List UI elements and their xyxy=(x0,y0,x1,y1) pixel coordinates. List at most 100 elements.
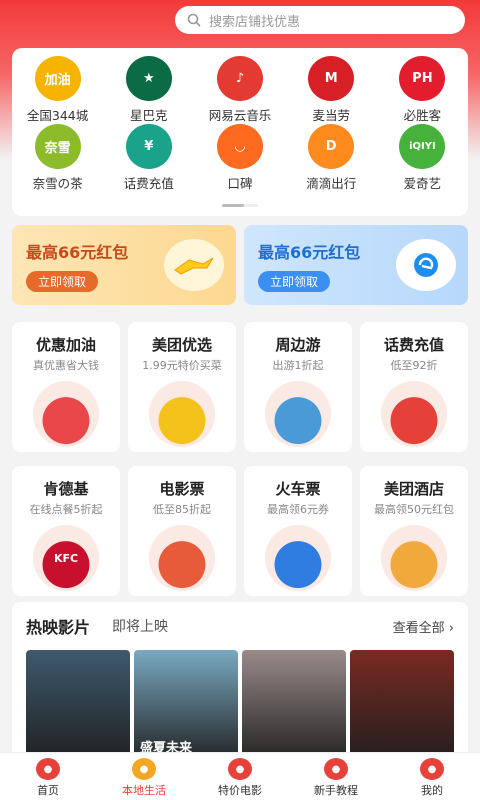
quick-icon-label: 全国344城 xyxy=(26,108,89,123)
movie-poster[interactable] xyxy=(26,650,130,766)
tab-label: 本地生活 xyxy=(122,784,166,797)
service-title: 话费充值 xyxy=(383,336,444,354)
service-subtitle: 1.99元特价买菜 xyxy=(142,359,222,372)
quick-icon-item[interactable]: ¥ 话费充值 xyxy=(103,124,194,192)
home-icon: ● xyxy=(36,758,60,780)
quick-icon-label: 麦当劳 xyxy=(312,108,350,123)
search-icon xyxy=(187,13,201,27)
service-title: 电影票 xyxy=(159,480,205,498)
service-card[interactable]: 周边游出游1折起 xyxy=(244,322,352,452)
eleme-icon xyxy=(396,239,456,291)
service-title: 周边游 xyxy=(275,336,321,354)
grocery-bag-icon xyxy=(149,381,215,447)
fliggy-icon xyxy=(164,239,224,291)
tab-coming-soon[interactable]: 即将上映 xyxy=(112,616,168,636)
service-title: 美团优选 xyxy=(151,336,212,354)
quick-icon-label: 星巴克 xyxy=(130,108,168,123)
hotel-icon xyxy=(381,525,447,591)
tab-home[interactable]: ● 首页 xyxy=(0,753,96,800)
quick-icon-item[interactable]: ◡ 口碑 xyxy=(194,124,285,192)
nayuki-icon: 奈雪 xyxy=(34,124,81,169)
service-subtitle: 最高领50元红包 xyxy=(374,503,454,516)
tab-label: 我的 xyxy=(421,784,443,797)
movie-poster[interactable] xyxy=(242,650,346,766)
tab-label: 新手教程 xyxy=(314,784,358,797)
popcorn-icon xyxy=(149,525,215,591)
tab-label: 首页 xyxy=(37,784,59,797)
tab-label: 特价电影 xyxy=(218,784,262,797)
movie-deal-icon: ● xyxy=(228,758,252,780)
train-icon xyxy=(265,525,331,591)
tab-profile[interactable]: ● 我的 xyxy=(384,753,480,800)
search-bar[interactable]: 搜索店铺找优惠 xyxy=(175,6,465,34)
service-card[interactable]: 肯德基在线点餐5折起 KFC xyxy=(12,466,120,596)
service-subtitle: 在线点餐5折起 xyxy=(29,503,103,516)
didi-icon: D xyxy=(308,124,355,169)
iqiyi-icon: iQIYI xyxy=(399,124,446,169)
movie-poster[interactable] xyxy=(350,650,454,766)
quick-icon-label: 话费充值 xyxy=(123,176,174,191)
koubei-icon: ◡ xyxy=(216,124,263,169)
netease-music-icon: ♪ xyxy=(216,56,263,101)
promo-fliggy[interactable]: 最高66元红包 立即领取 xyxy=(12,225,236,305)
quick-icon-panel: 加油全国344城 ★ 星巴克 ♪ 网易云音乐 M 麦当劳 PH 必胜客奈雪奈雪の茶 ¥ 话费充值 ◡ 口… xyxy=(12,48,468,216)
quick-icon-label: 滴滴出行 xyxy=(306,176,357,191)
service-subtitle: 真优惠省大钱 xyxy=(33,359,99,372)
service-title: 火车票 xyxy=(275,480,321,498)
movie-poster[interactable]: 盛夏未来 xyxy=(134,650,238,766)
quick-icon-label: 口碑 xyxy=(227,176,253,191)
fuel-icon: 加油 xyxy=(34,56,81,101)
pizzahut-icon: PH xyxy=(399,56,446,101)
local-life-icon: ● xyxy=(132,758,156,780)
service-card[interactable]: 火车票最高领6元券 xyxy=(244,466,352,596)
now-showing-section: 热映影片 即将上映 查看全部 › 盛夏未来 xyxy=(12,602,468,766)
see-all-link[interactable]: 查看全部 › xyxy=(393,617,454,636)
see-all-label: 查看全部 xyxy=(392,620,445,636)
quick-icon-label: 必胜客 xyxy=(403,108,442,123)
quick-icon-item[interactable]: iQIYI 爱奇艺 xyxy=(377,124,468,192)
quick-icon-item[interactable]: M 麦当劳 xyxy=(286,56,377,124)
starbucks-icon: ★ xyxy=(125,56,172,101)
service-card[interactable]: 优惠加油真优惠省大钱 xyxy=(12,322,120,452)
tab-movie-deal[interactable]: ● 特价电影 xyxy=(192,753,288,800)
bottom-tab-bar: ● 首页 ● 本地生活 ● 特价电影 ● 新手教程 ● 我的 xyxy=(0,752,480,800)
quick-icon-item[interactable]: ♪ 网易云音乐 xyxy=(194,56,285,124)
service-row-2: 肯德基 在线点餐5折起 KFC 电影票 低至85折起 火车票 最高领6元券 美团酒店 最高领50… xyxy=(12,466,468,596)
red-envelope-icon xyxy=(381,381,447,447)
quick-icon-label: 网易云音乐 xyxy=(208,108,272,123)
fuel-can-icon xyxy=(33,381,99,447)
tab-local-life[interactable]: ● 本地生活 xyxy=(96,753,192,800)
service-subtitle: 低至92折 xyxy=(390,359,438,372)
tab-now-showing[interactable]: 热映影片 xyxy=(26,614,90,638)
mcdonalds-icon: M xyxy=(308,56,355,101)
quick-icon-label: 爱奇艺 xyxy=(403,176,442,191)
chevron-right-icon: › xyxy=(448,620,454,636)
claim-button[interactable]: 立即领取 xyxy=(258,271,331,292)
promo-eleme[interactable]: 最高66元红包 立即领取 xyxy=(244,225,468,305)
profile-icon: ● xyxy=(420,758,444,780)
quick-icon-item[interactable]: 加油全国344城 xyxy=(12,56,103,124)
service-card[interactable]: 电影票低至85折起 xyxy=(128,466,236,596)
quick-icon-label: 奈雪の茶 xyxy=(32,176,83,191)
service-title: 优惠加油 xyxy=(35,336,96,354)
quick-icon-item[interactable]: ★ 星巴克 xyxy=(103,56,194,124)
service-title: 肯德基 xyxy=(43,480,89,498)
quick-icon-item[interactable]: D 滴滴出行 xyxy=(286,124,377,192)
service-subtitle: 最高领6元券 xyxy=(267,503,329,516)
search-placeholder: 搜索店铺找优惠 xyxy=(209,14,301,30)
quick-icon-item[interactable]: 奈雪 奈雪の茶 xyxy=(12,124,103,192)
tutorial-icon: ● xyxy=(324,758,348,780)
service-subtitle: 出游1折起 xyxy=(272,359,324,372)
tab-tutorial[interactable]: ● 新手教程 xyxy=(288,753,384,800)
claim-button[interactable]: 立即领取 xyxy=(26,271,99,292)
kfc-icon: KFC xyxy=(33,525,99,591)
page-indicator xyxy=(222,204,258,207)
service-subtitle: 低至85折起 xyxy=(153,503,211,516)
travel-icon xyxy=(265,381,331,447)
service-title: 美团酒店 xyxy=(383,480,444,498)
phone-topup-icon: ¥ xyxy=(125,124,172,169)
service-card[interactable]: 话费充值低至92折 xyxy=(360,322,468,452)
quick-icon-item[interactable]: PH 必胜客 xyxy=(377,56,468,124)
service-card[interactable]: 美团优选 1.99元特价买菜 xyxy=(128,322,236,452)
service-card[interactable]: 美团酒店最高领50元红包 xyxy=(360,466,468,596)
